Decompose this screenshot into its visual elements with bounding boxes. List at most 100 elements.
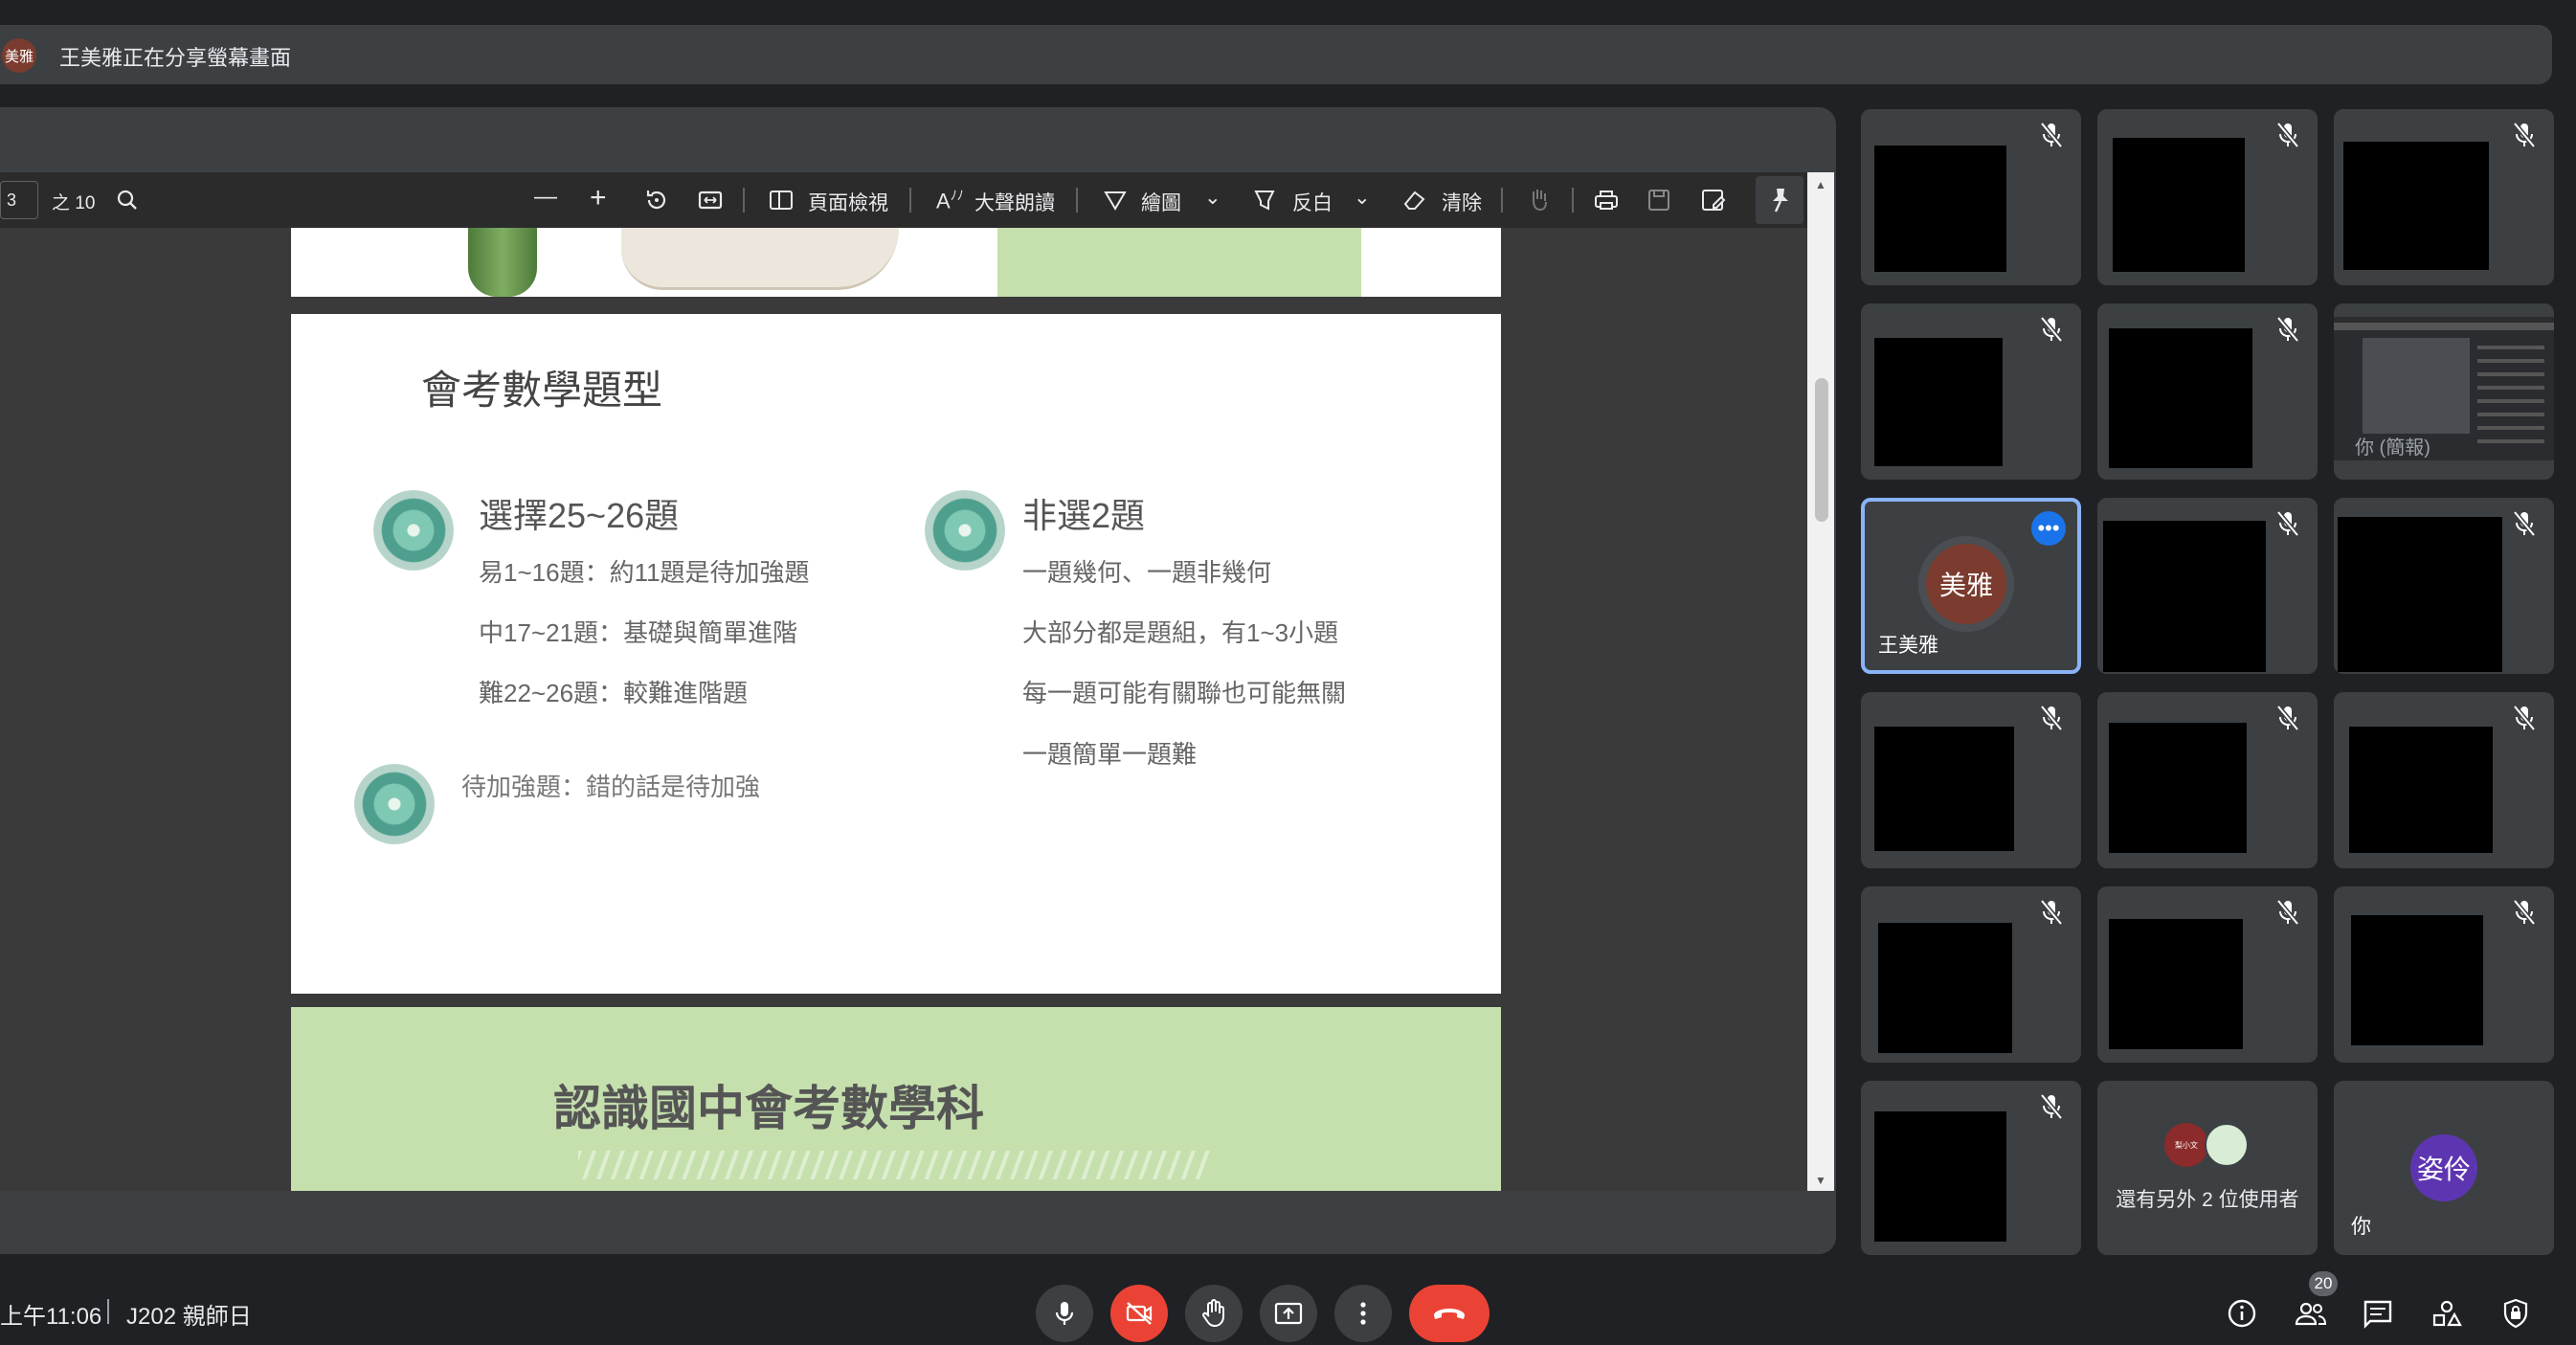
info-icon xyxy=(2228,1299,2256,1328)
presentation-footer xyxy=(0,1191,1836,1254)
slide-title: 會考數學題型 xyxy=(421,368,663,413)
search-icon[interactable] xyxy=(115,188,140,213)
fit-page-icon[interactable] xyxy=(697,188,724,213)
left-item: 中17~21題：基礎與簡單進階 xyxy=(479,618,798,647)
right-item: 每一題可能有關聯也可能無關 xyxy=(1022,679,1347,707)
note-text: 待加強題：錯的話是待加強 xyxy=(461,773,761,801)
zoom-out-icon[interactable]: — xyxy=(534,184,557,211)
read-aloud-button[interactable]: 大聲朗讀 xyxy=(974,188,1055,216)
participant-tile[interactable] xyxy=(1861,109,2081,285)
participant-tile[interactable] xyxy=(1861,1081,2081,1255)
mic-off-icon xyxy=(2276,899,2299,926)
rotate-icon[interactable] xyxy=(643,187,670,213)
page-total: 之 10 xyxy=(52,193,96,213)
pdf-viewer[interactable]: 會考數學題型 選擇25~26題 易1~16題：約11題是待加強題 中17~21題… xyxy=(0,228,1807,1191)
mic-off-icon xyxy=(2513,122,2536,148)
eraser-icon xyxy=(1403,191,1425,210)
toolbar-divider xyxy=(743,188,745,213)
host-controls-button[interactable] xyxy=(2495,1292,2537,1334)
slide-next: 認識國中會考數學科 xyxy=(291,1007,1501,1191)
print-icon[interactable] xyxy=(1593,188,1620,213)
presenting-banner-text: 王美雅正在分享螢幕畫面 xyxy=(59,46,292,70)
more-options-button[interactable] xyxy=(1334,1285,1392,1342)
shield-lock-icon xyxy=(2503,1298,2528,1329)
mic-button[interactable] xyxy=(1036,1285,1093,1342)
mic-off-icon xyxy=(2276,510,2299,537)
more-options-icon[interactable]: ••• xyxy=(2031,511,2066,546)
present-screen-button[interactable] xyxy=(1260,1285,1317,1342)
scroll-up-icon[interactable]: ▲ xyxy=(1815,178,1826,191)
right-item: 一題簡單一題難 xyxy=(1022,740,1198,769)
activities-button[interactable] xyxy=(2426,1292,2468,1334)
mini-avatar-photo xyxy=(2205,1123,2249,1167)
presenting-banner xyxy=(0,25,2552,84)
participant-tile[interactable] xyxy=(2334,886,2554,1063)
toolbar-divider xyxy=(1501,188,1503,213)
raise-hand-icon xyxy=(1202,1299,1224,1328)
draw-button[interactable]: 繪圖 xyxy=(1141,188,1181,216)
toolbar-divider xyxy=(909,188,911,213)
self-name: 你 xyxy=(2351,1216,2371,1238)
present-screen-icon xyxy=(1274,1302,1303,1325)
right-item: 大部分都是題組，有1~3小題 xyxy=(1022,618,1339,647)
pdf-scrollbar[interactable] xyxy=(1807,172,1834,1191)
self-tile[interactable]: 姿伶 你 xyxy=(2334,1081,2554,1255)
mic-off-icon xyxy=(2040,316,2063,343)
mic-off-icon xyxy=(2513,899,2536,926)
succulent-bullet-icon xyxy=(373,490,454,571)
highlight-button[interactable]: 反白 xyxy=(1292,188,1333,216)
participant-tile[interactable] xyxy=(2097,692,2318,868)
end-call-icon xyxy=(1434,1309,1465,1319)
next-slide-title: 認識國中會考數學科 xyxy=(553,1082,984,1135)
toolbar-divider xyxy=(1076,188,1078,213)
more-participants-tile[interactable]: 梨小文 還有另外 2 位使用者 xyxy=(2097,1081,2318,1255)
scroll-down-icon[interactable]: ▼ xyxy=(1815,1174,1826,1187)
save-icon[interactable] xyxy=(1646,188,1671,213)
people-icon xyxy=(2295,1302,2327,1326)
mic-off-icon xyxy=(2040,1093,2063,1120)
participant-tile[interactable] xyxy=(2334,498,2554,674)
chevron-down-icon[interactable]: ⌄ xyxy=(1204,186,1221,210)
read-aloud-icon: Aﾉﾉ xyxy=(936,188,964,213)
participant-tile[interactable] xyxy=(2097,109,2318,285)
save-as-icon[interactable] xyxy=(1700,188,1727,213)
meeting-details-button[interactable] xyxy=(2221,1292,2263,1334)
participant-tile[interactable] xyxy=(2097,498,2318,674)
pdf-scroll-thumb[interactable] xyxy=(1815,378,1828,522)
participant-tile[interactable] xyxy=(2097,886,2318,1063)
hand-tool-icon[interactable] xyxy=(1526,186,1551,213)
succulent-bullet-icon xyxy=(354,764,435,844)
page-number-input[interactable]: 3 xyxy=(0,181,38,219)
raise-hand-button[interactable] xyxy=(1185,1285,1243,1342)
chevron-down-icon[interactable]: ⌄ xyxy=(1354,186,1371,210)
leave-call-button[interactable] xyxy=(1409,1285,1490,1342)
clock: 上午11:06 xyxy=(0,1304,102,1330)
page-view-icon xyxy=(770,191,793,210)
right-heading: 非選2題 xyxy=(1022,496,1146,535)
mic-off-icon xyxy=(2040,122,2063,148)
pin-icon[interactable] xyxy=(1767,186,1794,214)
mic-off-icon xyxy=(2513,510,2536,537)
participant-tile[interactable] xyxy=(1861,886,2081,1063)
more-vertical-icon xyxy=(1360,1302,1366,1325)
participant-tile[interactable] xyxy=(2334,109,2554,285)
mic-off-icon xyxy=(2276,316,2299,343)
participant-tile[interactable] xyxy=(2334,692,2554,868)
mini-avatar: 梨小文 xyxy=(2164,1123,2208,1167)
people-button[interactable] xyxy=(2290,1292,2332,1334)
zoom-in-icon[interactable]: + xyxy=(590,182,607,214)
mic-off-icon xyxy=(2513,705,2536,731)
erase-button[interactable]: 清除 xyxy=(1442,188,1482,216)
participant-tile[interactable] xyxy=(1861,692,2081,868)
camera-off-button[interactable] xyxy=(1110,1285,1168,1342)
page-view-button[interactable]: 頁面檢視 xyxy=(808,188,888,216)
self-presentation-tile[interactable]: 你 (簡報) xyxy=(2334,303,2554,480)
presenter-tile[interactable]: 美雅 王美雅 ••• xyxy=(1861,498,2081,674)
presenter-avatar: 美雅 xyxy=(1926,544,2006,624)
mic-off-icon xyxy=(2276,705,2299,731)
participant-tile[interactable] xyxy=(1861,303,2081,480)
meeting-name[interactable]: J202 親師日 xyxy=(126,1297,252,1331)
participant-tile[interactable] xyxy=(2097,303,2318,480)
chat-button[interactable] xyxy=(2357,1292,2399,1334)
mic-icon xyxy=(1055,1302,1074,1325)
